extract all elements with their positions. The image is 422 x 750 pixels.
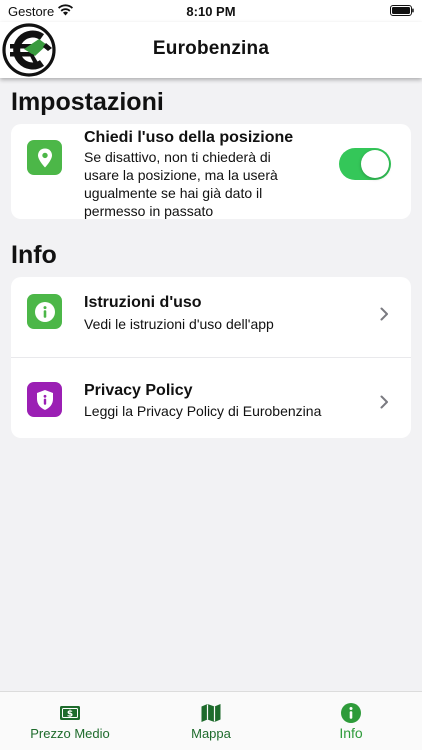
money-icon: $ xyxy=(60,706,80,720)
location-toggle[interactable] xyxy=(339,148,391,180)
list-item-privacy[interactable]: Privacy Policy Leggi la Privacy Policy d… xyxy=(11,358,411,438)
info-section-title: Info xyxy=(11,241,57,269)
map-icon xyxy=(201,704,221,722)
location-setting-title: Chiedi l'uso della posizione xyxy=(84,129,294,146)
location-setting-description: Se disattivo, non ti chiederà di usare l… xyxy=(84,148,278,220)
location-pin-icon xyxy=(27,140,62,175)
location-description-line: Se disattivo, non ti chiederà di xyxy=(84,149,271,165)
info-icon xyxy=(27,294,62,329)
settings-section-title: Impostazioni xyxy=(11,88,164,116)
toggle-knob xyxy=(361,150,389,178)
location-description-line: permesso in passato xyxy=(84,203,214,219)
status-time: 8:10 PM xyxy=(186,4,236,19)
privacy-title: Privacy Policy xyxy=(84,382,193,399)
location-description-line: usare la posizione, ma la userà xyxy=(84,167,278,183)
nav-bar: Eurobenzina xyxy=(0,22,422,78)
tab-label: Mappa xyxy=(191,726,231,741)
tab-info[interactable]: Info xyxy=(281,692,421,750)
location-settings-card: Chiedi l'uso della posizione Se disattiv… xyxy=(11,124,411,219)
tab-bar: $ Prezzo Medio Mappa Info xyxy=(0,691,422,750)
page-title: Eurobenzina xyxy=(152,38,270,59)
battery-icon xyxy=(390,5,414,16)
chevron-right-icon xyxy=(380,395,388,409)
info-icon xyxy=(341,703,361,723)
chevron-right-icon xyxy=(380,307,388,321)
list-item-instructions[interactable]: Istruzioni d'uso Vedi le istruzioni d'us… xyxy=(11,277,411,357)
privacy-subtitle: Leggi la Privacy Policy di Eurobenzina xyxy=(84,403,322,419)
tab-prezzo-medio[interactable]: $ Prezzo Medio xyxy=(0,692,140,750)
tab-label: Info xyxy=(339,725,363,741)
tab-mappa[interactable]: Mappa xyxy=(141,692,281,750)
info-card: Istruzioni d'uso Vedi le istruzioni d'us… xyxy=(11,277,411,438)
instructions-subtitle: Vedi le istruzioni d'uso dell'app xyxy=(84,316,274,332)
status-bar: Gestore 8:10 PM xyxy=(0,0,422,22)
location-description-line: ugualmente se hai già dato il xyxy=(84,185,263,201)
svg-text:$: $ xyxy=(67,710,73,720)
instructions-title: Istruzioni d'uso xyxy=(84,294,202,311)
privacy-shield-icon xyxy=(27,382,62,417)
tab-label: Prezzo Medio xyxy=(30,726,110,741)
